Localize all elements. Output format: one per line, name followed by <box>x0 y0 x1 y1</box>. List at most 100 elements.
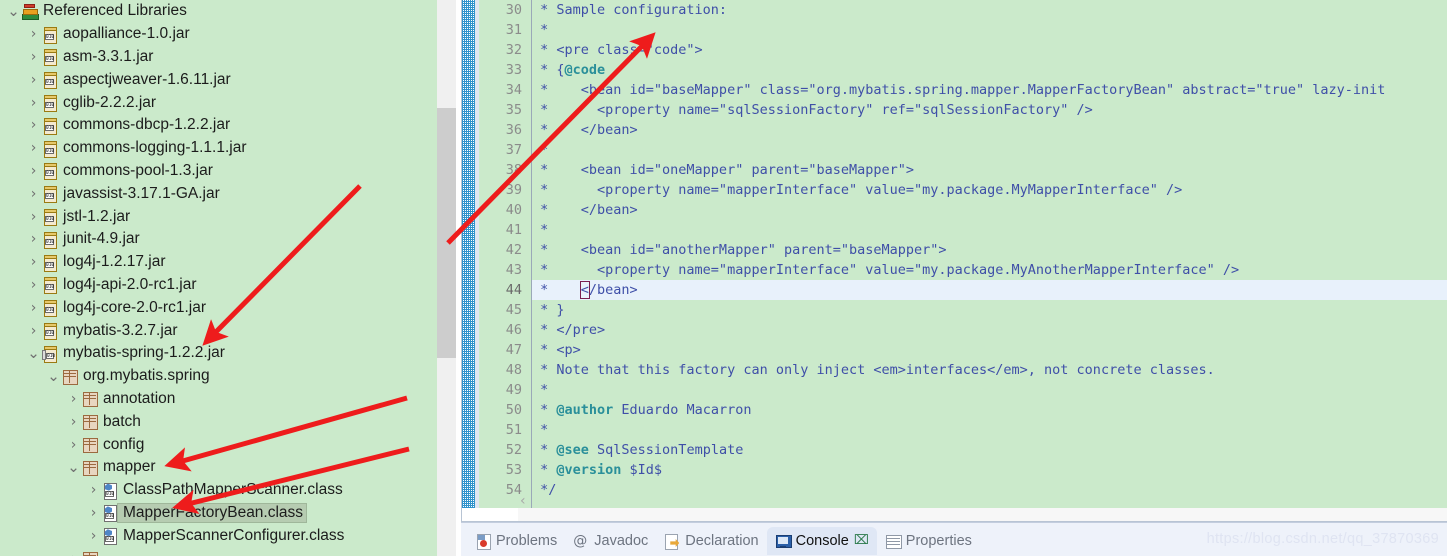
code-line[interactable]: * <p> <box>532 340 1447 360</box>
tree-row[interactable]: ⌄ org.mybatis.spring <box>0 365 437 388</box>
tree-row[interactable]: ⌄ Referenced Libraries <box>0 0 437 23</box>
tree-scrollbar-thumb[interactable] <box>437 108 456 358</box>
chevron-right-icon[interactable]: › <box>26 27 41 41</box>
scroll-left-chevron-icon[interactable]: ‹ <box>520 494 526 508</box>
chevron-right-icon[interactable]: › <box>26 118 41 132</box>
tree-row[interactable]: › 010 javassist-3.17.1-GA.jar <box>0 182 437 205</box>
tree-row[interactable]: › 010 log4j-api-2.0-rc1.jar <box>0 274 437 297</box>
code-line[interactable]: * <box>532 20 1447 40</box>
chevron-down-icon[interactable]: ⌄ <box>66 460 81 475</box>
code-line[interactable]: * @version $Id$ <box>532 460 1447 480</box>
package-icon <box>61 368 78 385</box>
code-line[interactable]: * </pre> <box>532 320 1447 340</box>
code-line[interactable]: * <box>532 420 1447 440</box>
line-number: 36 <box>505 122 522 138</box>
code-line[interactable]: * {@code <box>532 60 1447 80</box>
tree-row[interactable]: › batch <box>0 410 437 433</box>
view-tab-console[interactable]: Console ⌧ <box>766 527 877 555</box>
code-line[interactable]: * } <box>532 300 1447 320</box>
code-line[interactable]: * <property name="mapperInterface" value… <box>532 260 1447 280</box>
tree-vertical-scrollbar[interactable] <box>437 0 456 556</box>
chevron-right-icon[interactable]: › <box>86 483 101 497</box>
tree-row[interactable]: › 010 log4j-core-2.0-rc1.jar <box>0 296 437 319</box>
chevron-down-icon[interactable]: ⌄ <box>46 369 61 384</box>
chevron-right-icon[interactable]: › <box>26 301 41 315</box>
code-line[interactable]: * @see SqlSessionTemplate <box>532 440 1447 460</box>
tree-row[interactable]: › 010 commons-logging-1.1.1.jar <box>0 137 437 160</box>
chevron-right-icon[interactable]: › <box>26 187 41 201</box>
chevron-right-icon[interactable]: › <box>26 232 41 246</box>
declaration-icon <box>664 533 680 550</box>
jar-file-icon: 010 <box>41 48 58 67</box>
chevron-right-icon[interactable]: › <box>26 255 41 269</box>
java-source-editor[interactable]: 30 31 32 33 34 35 36 37 38 39 40 41 42 43 44 45 46 47 48 49… <box>461 0 1447 522</box>
tree-row[interactable]: › 010 aspectjweaver-1.6.11.jar <box>0 68 437 91</box>
chevron-right-icon[interactable]: › <box>26 324 41 338</box>
code-line[interactable]: * </bean> <box>532 120 1447 140</box>
tree-row[interactable]: › 010 jstl-1.2.jar <box>0 205 437 228</box>
close-icon[interactable]: ⌧ <box>854 533 869 549</box>
code-line[interactable]: * <box>532 140 1447 160</box>
chevron-right-icon[interactable]: › <box>26 141 41 155</box>
annotation-ruler[interactable] <box>462 0 475 509</box>
code-line[interactable]: * Note that this factory can only inject… <box>532 360 1447 380</box>
chevron-right-icon[interactable]: › <box>66 438 81 452</box>
code-line[interactable]: * </bean> <box>532 200 1447 220</box>
code-line[interactable]: * Sample configuration: <box>532 0 1447 20</box>
chevron-right-icon[interactable]: › <box>86 506 101 520</box>
code-line[interactable]: * <bean id="baseMapper" class="org.mybat… <box>532 80 1447 100</box>
chevron-right-icon[interactable]: › <box>26 278 41 292</box>
code-line[interactable]: * <box>532 220 1447 240</box>
line-number: 30 <box>505 2 522 18</box>
code-line[interactable]: * <bean id="anotherMapper" parent="baseM… <box>532 240 1447 260</box>
tree-row[interactable]: ⌄ 010 mybatis-spring-1.2.2.jar <box>0 342 437 365</box>
tree-row[interactable]: › <box>0 547 437 556</box>
code-line[interactable]: * <bean id="oneMapper" parent="baseMappe… <box>532 160 1447 180</box>
tree-row[interactable]: › 010 cglib-2.2.2.jar <box>0 91 437 114</box>
package-icon <box>81 436 98 454</box>
tree-row[interactable]: › 010 junit-4.9.jar <box>0 228 437 251</box>
chevron-right-icon[interactable]: › <box>26 210 41 224</box>
tree-row[interactable]: › 010 aopalliance-1.0.jar <box>0 23 437 46</box>
chevron-right-icon[interactable]: › <box>66 392 81 406</box>
chevron-down-icon[interactable]: ⌄ <box>26 346 41 361</box>
tree-row-label: javassist-3.17.1-GA.jar <box>63 184 220 202</box>
chevron-right-icon[interactable]: › <box>66 415 81 429</box>
chevron-right-icon[interactable]: › <box>26 73 41 87</box>
tree-row[interactable]: › config <box>0 433 437 456</box>
code-line[interactable]: * @author Eduardo Macarron <box>532 400 1447 420</box>
tree-row[interactable]: › 010 MapperScannerConfigurer.class <box>0 524 437 547</box>
view-tab-javadoc[interactable]: @ Javadoc <box>565 527 656 555</box>
view-tab-properties[interactable]: Properties <box>877 527 980 555</box>
tree-row[interactable]: › 010 asm-3.3.1.jar <box>0 46 437 69</box>
tree-row[interactable]: › 010 commons-dbcp-1.2.2.jar <box>0 114 437 137</box>
line-number: 44 <box>505 282 522 298</box>
package-explorer-tree[interactable]: ⌄ Referenced Libraries › 010 aopalliance-1.0… <box>0 0 437 556</box>
code-line[interactable]: * <box>532 380 1447 400</box>
tree-row[interactable]: ⌄ mapper <box>0 456 437 479</box>
code-line[interactable]: * </bean> <box>532 280 1447 300</box>
view-tab-declaration[interactable]: Declaration <box>656 527 766 555</box>
tree-row-label: junit-4.9.jar <box>63 230 140 248</box>
tree-row[interactable]: › 010 ClassPathMapperScanner.class <box>0 479 437 502</box>
chevron-down-icon[interactable]: ⌄ <box>6 4 21 19</box>
code-line[interactable]: * <property name="mapperInterface" value… <box>532 180 1447 200</box>
chevron-right-icon[interactable]: › <box>66 552 81 556</box>
jar-file-icon: 010 <box>41 231 58 249</box>
code-text-area[interactable]: * Sample configuration: * * <pre class="… <box>532 0 1447 509</box>
code-line[interactable]: * <property name="sqlSessionFactory" ref… <box>532 100 1447 120</box>
chevron-right-icon[interactable]: › <box>86 529 101 543</box>
package-icon <box>81 413 98 431</box>
tree-row[interactable]: › 010 mybatis-3.2.7.jar <box>0 319 437 342</box>
tree-row[interactable]: › 010 commons-pool-1.3.jar <box>0 160 437 183</box>
tree-row[interactable]: › 010 log4j-1.2.17.jar <box>0 251 437 274</box>
view-tab-problems[interactable]: Problems <box>467 527 565 555</box>
chevron-right-icon[interactable]: › <box>26 96 41 110</box>
tree-row[interactable]: › 010 MapperFactoryBean.class <box>0 502 437 525</box>
chevron-right-icon[interactable]: › <box>26 164 41 178</box>
tree-row[interactable]: › annotation <box>0 388 437 411</box>
editor-horizontal-scrollbar[interactable] <box>462 508 1447 521</box>
chevron-right-icon[interactable]: › <box>26 50 41 64</box>
code-line[interactable]: * <pre class="code"> <box>532 40 1447 60</box>
code-line[interactable]: */ <box>532 480 1447 500</box>
